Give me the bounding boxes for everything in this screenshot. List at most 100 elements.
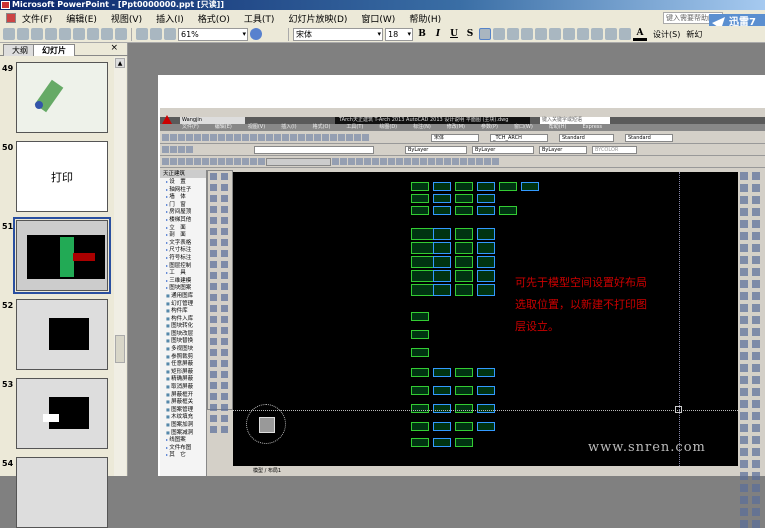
tool-icon	[740, 280, 748, 288]
powerpoint-icon	[1, 1, 10, 9]
slide-thumbnail-49[interactable]	[16, 62, 108, 133]
palette-item: 图案管理	[160, 406, 206, 414]
crosshair-vertical	[679, 172, 680, 466]
drawing-frame	[477, 386, 495, 395]
tool-icon	[210, 371, 217, 378]
menu-insert[interactable]: 插入(I)	[156, 12, 184, 25]
increase-indent-icon[interactable]	[619, 28, 631, 40]
tool-icon	[221, 316, 228, 323]
insert-chart-icon[interactable]	[136, 28, 148, 40]
panel-scrollbar[interactable]: ▲	[114, 57, 126, 476]
text-direction-icon[interactable]	[535, 28, 547, 40]
decrease-font-icon[interactable]	[591, 28, 603, 40]
palette-item: 图层控制	[160, 262, 206, 270]
palette-item: 矩形屏蔽	[160, 368, 206, 376]
print-icon[interactable]	[59, 28, 71, 40]
slide-thumbnail-54[interactable]	[16, 457, 108, 528]
slide-thumbnail-51[interactable]	[13, 217, 111, 294]
cad-workspace-select: Wangjin	[180, 117, 245, 124]
zoom-select[interactable]: 61%	[178, 27, 248, 41]
tool-icon	[210, 382, 217, 389]
bold-button[interactable]: B	[415, 29, 429, 39]
palette-item: 剖 面	[160, 231, 206, 239]
numbering-icon[interactable]	[549, 28, 561, 40]
cad-menu-item: 编辑(E)	[214, 124, 232, 130]
align-left-icon[interactable]	[479, 28, 491, 40]
bullets-icon[interactable]	[563, 28, 575, 40]
save-icon[interactable]	[31, 28, 43, 40]
tool-icon	[210, 316, 217, 323]
columns-icon[interactable]	[521, 28, 533, 40]
palette-header: 天正建筑	[160, 170, 206, 178]
design-button[interactable]: 设计(S)	[653, 29, 680, 40]
font-size-select[interactable]: 18	[385, 27, 413, 41]
tool-icon	[740, 496, 748, 504]
tab-slides[interactable]: 幻灯片	[33, 44, 75, 56]
align-center-icon[interactable]	[493, 28, 505, 40]
tool-icon	[740, 352, 748, 360]
tool-icon	[221, 338, 228, 345]
tool-icon	[752, 364, 760, 372]
grid-icon[interactable]	[164, 28, 176, 40]
tool-icon	[740, 292, 748, 300]
increase-font-icon[interactable]	[577, 28, 589, 40]
permission-icon[interactable]	[45, 28, 57, 40]
palette-item: 幻灯管理	[160, 300, 206, 308]
tool-icon	[740, 304, 748, 312]
menu-file[interactable]: 文件(F)	[22, 12, 52, 25]
open-icon[interactable]	[17, 28, 29, 40]
document-icon[interactable]	[6, 13, 16, 23]
decrease-indent-icon[interactable]	[605, 28, 617, 40]
menu-window[interactable]: 窗口(W)	[361, 12, 395, 25]
new-slide-button[interactable]: 新幻	[686, 29, 702, 40]
underline-button[interactable]: U	[447, 29, 461, 39]
cad-layout-tabs: 模型 / 布局1	[233, 466, 738, 476]
new-icon[interactable]	[3, 28, 15, 40]
tool-icon	[210, 206, 217, 213]
drawing-frame	[455, 242, 473, 254]
menu-help[interactable]: 帮助(H)	[409, 12, 441, 25]
slide-thumbnail-53[interactable]	[16, 378, 108, 449]
paste-icon[interactable]	[87, 28, 99, 40]
tool-icon	[210, 426, 217, 433]
slide-number: 51	[2, 222, 14, 231]
tab-outline[interactable]: 大纲	[3, 44, 37, 56]
tool-icon	[740, 232, 748, 240]
help-icon[interactable]	[250, 28, 262, 40]
tool-icon	[210, 283, 217, 290]
palette-item: 设 置	[160, 178, 206, 186]
tool-icon	[752, 244, 760, 252]
tool-icon	[210, 173, 217, 180]
align-right-icon[interactable]	[507, 28, 519, 40]
slide-thumbnail-50[interactable]: 打印	[16, 141, 108, 212]
undo-icon[interactable]	[115, 28, 127, 40]
font-color-button[interactable]: A	[633, 28, 647, 41]
menu-view[interactable]: 视图(V)	[111, 12, 142, 25]
slide-thumbnail-52[interactable]	[16, 299, 108, 370]
tool-icon	[740, 316, 748, 324]
font-select[interactable]: 宋体	[293, 27, 383, 41]
palette-item: 立 面	[160, 224, 206, 232]
tool-icon	[752, 460, 760, 468]
menu-edit[interactable]: 编辑(E)	[66, 12, 97, 25]
panel-tabs: 大纲 幻灯片 ×	[0, 43, 128, 56]
tool-icon	[752, 412, 760, 420]
tool-icon	[752, 400, 760, 408]
insert-table-icon[interactable]	[150, 28, 162, 40]
drawing-frame	[433, 270, 451, 282]
note-line: 选取位置，以新建不打印图	[515, 298, 647, 311]
menu-format[interactable]: 格式(O)	[198, 12, 230, 25]
italic-button[interactable]: I	[431, 29, 445, 39]
copy-icon[interactable]	[73, 28, 85, 40]
tool-icon	[740, 508, 748, 516]
format-painter-icon[interactable]	[101, 28, 113, 40]
drawing-frame	[411, 194, 429, 203]
menu-tools[interactable]: 工具(T)	[244, 12, 275, 25]
drawing-frame	[411, 330, 429, 339]
scroll-up-icon[interactable]: ▲	[115, 58, 125, 68]
shadow-button[interactable]: S	[463, 29, 477, 39]
scroll-thumb[interactable]	[115, 335, 125, 363]
slide-number: 53	[2, 380, 14, 389]
close-icon[interactable]: ×	[110, 43, 118, 53]
menu-slideshow[interactable]: 幻灯片放映(D)	[288, 12, 347, 25]
